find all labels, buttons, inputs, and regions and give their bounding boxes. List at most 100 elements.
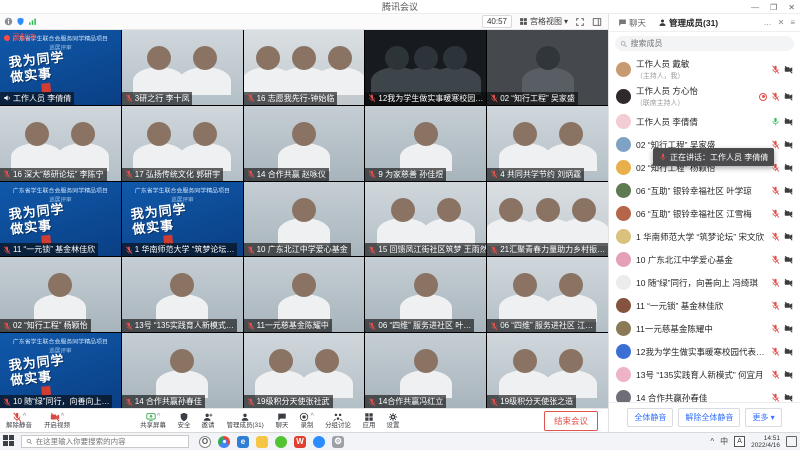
mic-off-icon[interactable] xyxy=(771,92,780,101)
mute-all-button[interactable]: 全体静音 xyxy=(627,408,673,427)
video-tile[interactable]: 06 “四维” 服务进社区 叶… xyxy=(365,257,486,332)
camera-off-icon[interactable] xyxy=(784,65,793,74)
toolbar-gear-button[interactable]: 设置 xyxy=(381,411,405,430)
camera-off-icon[interactable] xyxy=(784,370,793,379)
mic-off-icon[interactable] xyxy=(771,209,780,218)
network-signal-icon[interactable] xyxy=(28,17,37,26)
camera-off-icon[interactable] xyxy=(784,393,793,402)
taskbar-app-explorer[interactable] xyxy=(256,436,268,448)
video-tile[interactable]: 19级积分天使张社武 xyxy=(244,333,365,408)
member-row[interactable]: 10 随“绿”同行，向善向上 冯绮琪 xyxy=(609,271,800,294)
member-search[interactable] xyxy=(615,36,794,51)
camera-off-icon[interactable] xyxy=(784,92,793,101)
menu-icon[interactable]: ≡ xyxy=(790,18,795,27)
toolbar-chat-button[interactable]: 聊天 xyxy=(270,411,294,430)
video-tile[interactable]: 9 为家慈善 孙佳煜 xyxy=(365,106,486,181)
member-row[interactable]: 1 华南师范大学 “筑梦论坛” 宋文欣 xyxy=(609,225,800,248)
toolbar-mic-off-button[interactable]: ^解除静音 xyxy=(0,411,38,430)
mic-off-icon[interactable] xyxy=(771,370,780,379)
toolbar-shield-button[interactable]: 安全 xyxy=(172,411,196,430)
unmute-all-button[interactable]: 解除全体静音 xyxy=(678,408,740,427)
video-tile[interactable]: 广东省学生联合会服务同学精品项目巡展评审我为同学做实事11 “一元锁” 基金林佳… xyxy=(0,182,121,257)
camera-off-icon[interactable] xyxy=(784,163,793,172)
start-button[interactable] xyxy=(3,435,16,448)
camera-off-icon[interactable] xyxy=(784,347,793,356)
ime-mode-icon[interactable]: A xyxy=(734,436,745,447)
video-tile[interactable]: 14 合作共赢 赵咏仪 xyxy=(244,106,365,181)
video-tile[interactable]: 16 深大“慈研论坛” 李陈宁 xyxy=(0,106,121,181)
taskbar-search[interactable] xyxy=(21,435,189,448)
member-row[interactable]: 06 “互助” 银铃幸福社区 江雪梅 xyxy=(609,202,800,225)
taskbar-app-chrome[interactable] xyxy=(218,436,230,448)
taskbar-app-edge[interactable]: e xyxy=(237,436,249,448)
member-row[interactable]: 10 广东北江中学爱心基金 xyxy=(609,248,800,271)
video-tile[interactable]: 15 回馈凤江街社区筑梦 王雨然 xyxy=(365,182,486,257)
video-tile[interactable]: 14 合作共赢孙春佳 xyxy=(122,333,243,408)
toolbar-person-add-button[interactable]: 邀请 xyxy=(196,411,220,430)
toolbar-camera-off-button[interactable]: ^开启视频 xyxy=(38,411,76,430)
mic-off-icon[interactable] xyxy=(771,393,780,402)
member-row[interactable]: 11 “一元锁” 基金林佳欣 xyxy=(609,294,800,317)
mic-off-icon[interactable] xyxy=(771,324,780,333)
video-tile[interactable]: 06 “四维” 服务进社区 江… xyxy=(487,257,608,332)
member-row[interactable]: 06 “互助” 银铃幸福社区 叶学琼 xyxy=(609,179,800,202)
camera-off-icon[interactable] xyxy=(784,140,793,149)
notification-center-icon[interactable] xyxy=(786,436,797,447)
tray-expand-icon[interactable]: ^ xyxy=(710,437,714,446)
video-tile[interactable]: 广东省学生联合会服务同学精品项目巡展评审我为同学做实事1 华南师范大学 “筑梦论… xyxy=(122,182,243,257)
video-tile[interactable]: 02 “知行工程” 杨颖怡 xyxy=(0,257,121,332)
video-tile[interactable]: 02 “知行工程” 吴家盛 xyxy=(487,30,608,105)
video-tile[interactable]: 3研之行 李十凤 xyxy=(122,30,243,105)
mic-off-icon[interactable] xyxy=(771,301,780,310)
taskbar-app-cortana[interactable]: O xyxy=(199,436,211,448)
toolbar-apps-button[interactable]: 应用 xyxy=(357,411,381,430)
tab-chat[interactable]: 聊天 xyxy=(614,17,650,29)
toolbar-record-button[interactable]: ^录制 xyxy=(294,411,318,430)
camera-off-icon[interactable] xyxy=(784,255,793,264)
ime-language[interactable]: 中 xyxy=(720,436,728,447)
taskbar-search-input[interactable] xyxy=(36,437,184,446)
end-meeting-button[interactable]: 结束会议 xyxy=(544,411,598,431)
camera-off-icon[interactable] xyxy=(784,324,793,333)
info-icon[interactable] xyxy=(4,17,13,26)
toolbar-breakout-button[interactable]: 分组讨论 xyxy=(319,411,357,430)
member-row[interactable]: 14 合作共赢孙春佳 xyxy=(609,386,800,402)
member-row[interactable]: 工作人员 方心怡（联席主持人） xyxy=(609,83,800,110)
chevron-up-icon[interactable]: ^ xyxy=(23,413,26,421)
close-panel-icon[interactable]: ✕ xyxy=(778,18,785,27)
more-options-icon[interactable]: … xyxy=(764,18,772,27)
tab-members[interactable]: 管理成员(31) xyxy=(654,17,722,29)
video-tile[interactable]: 广东省学生联合会服务同学精品项目巡展评审我为同学做实事10 随“绿”同行，向善向… xyxy=(0,333,121,408)
chevron-up-icon[interactable]: ^ xyxy=(61,413,64,421)
video-tile[interactable]: 14合作共赢冯红立 xyxy=(365,333,486,408)
toolbar-share-button[interactable]: ^共享屏幕 xyxy=(134,411,172,430)
taskbar-app-wechat[interactable] xyxy=(275,436,287,448)
side-panel-icon[interactable] xyxy=(592,17,602,27)
shield-icon[interactable] xyxy=(16,17,25,26)
layout-dropdown[interactable]: 宫格视图 ▾ xyxy=(519,16,568,27)
mic-off-icon[interactable] xyxy=(771,65,780,74)
fullscreen-icon[interactable] xyxy=(575,17,585,27)
mic-off-icon[interactable] xyxy=(771,186,780,195)
video-tile[interactable]: 16 志愿我先行-钟始临 xyxy=(244,30,365,105)
member-row[interactable]: 13号 “135实践育人新模式” 何宜月 xyxy=(609,363,800,386)
video-tile[interactable]: 21汇聚青春力量助力乡村振… xyxy=(487,182,608,257)
camera-off-icon[interactable] xyxy=(784,301,793,310)
video-tile[interactable]: 4 共同共学节约 刘炳霆 xyxy=(487,106,608,181)
member-row[interactable]: 工作人员 李倩倩 xyxy=(609,110,800,133)
taskbar-app-wps[interactable]: W xyxy=(294,436,306,448)
taskbar-app-meeting[interactable] xyxy=(313,436,325,448)
mic-on-icon[interactable] xyxy=(771,117,780,126)
toolbar-person-button[interactable]: 管理成员(31) xyxy=(220,411,270,430)
maximize-button[interactable]: ❐ xyxy=(770,3,777,12)
chevron-up-icon[interactable]: ^ xyxy=(157,413,160,421)
mic-off-icon[interactable] xyxy=(771,232,780,241)
camera-off-icon[interactable] xyxy=(784,117,793,126)
more-button[interactable]: 更多 ▾ xyxy=(745,408,781,427)
mic-off-icon[interactable] xyxy=(771,278,780,287)
close-button[interactable]: ✕ xyxy=(788,3,795,12)
camera-off-icon[interactable] xyxy=(784,209,793,218)
video-tile[interactable]: 19级积分天使张之造 xyxy=(487,333,608,408)
minimize-button[interactable]: — xyxy=(751,3,759,12)
member-row[interactable]: 11一元慈基金陈耀中 xyxy=(609,317,800,340)
